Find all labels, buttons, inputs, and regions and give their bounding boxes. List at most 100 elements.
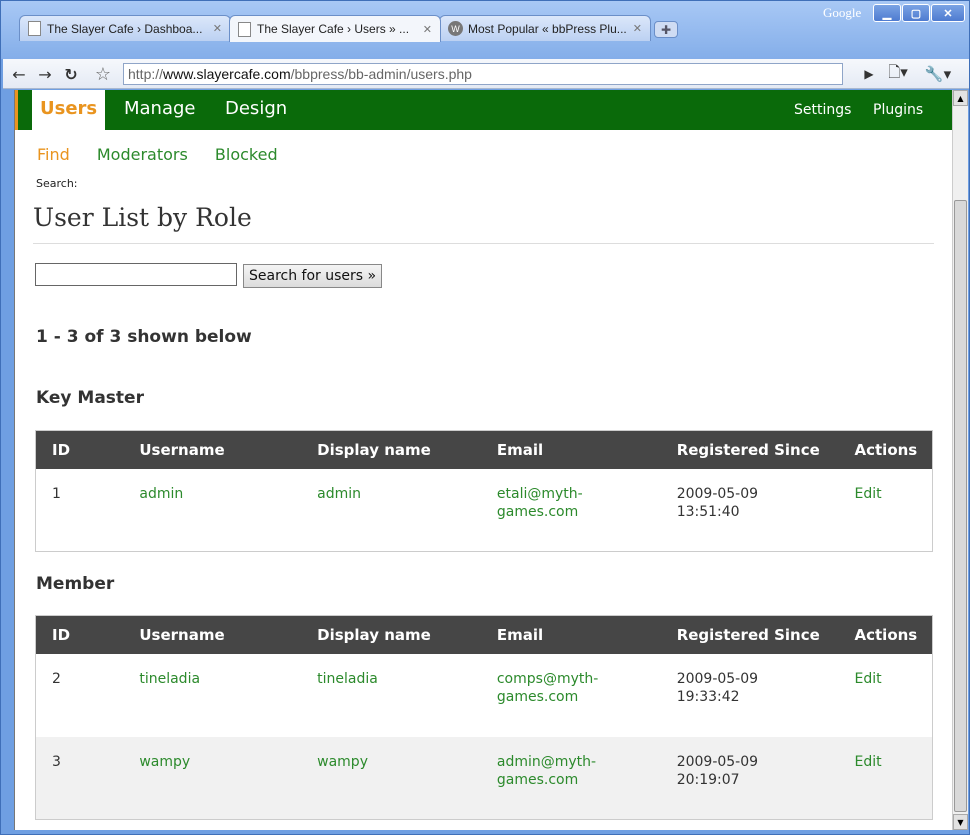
header-username: Username xyxy=(139,440,225,459)
scroll-thumb[interactable] xyxy=(954,200,967,812)
email-part-1: admin@myth- xyxy=(496,753,597,770)
close-icon[interactable]: ✕ xyxy=(633,22,642,35)
table-header-row: ID Username Display name Email Registere… xyxy=(35,430,933,469)
registered-date: 2009-05-09 xyxy=(676,753,759,770)
email-part-1: comps@myth- xyxy=(496,670,599,687)
bookmark-star-icon[interactable]: ☆ xyxy=(93,63,113,85)
edit-link[interactable]: Edit xyxy=(839,469,933,552)
address-bar[interactable]: http://www.slayercafe.com/bbpress/bb-adm… xyxy=(123,63,843,85)
back-arrow-icon[interactable]: ← xyxy=(9,63,29,85)
subnav-find[interactable]: Find xyxy=(37,145,70,164)
header-email: Email xyxy=(496,440,544,459)
admin-navbar: Users Manage Design Settings Plugins xyxy=(15,90,953,130)
display-name-link[interactable]: tineladia xyxy=(301,654,481,737)
forward-arrow-icon[interactable]: → xyxy=(35,63,55,85)
registered-time: 20:19:07 xyxy=(676,771,740,788)
tab-label: Most Popular « bbPress Plu... xyxy=(468,21,627,36)
wordpress-icon: W xyxy=(448,21,463,36)
results-count: 1 - 3 of 3 shown below xyxy=(36,327,252,347)
new-tab-button[interactable]: ✚ xyxy=(654,21,678,38)
header-registered: Registered Since xyxy=(676,625,820,644)
header-display-name: Display name xyxy=(317,625,431,644)
url-path: /bbpress/bb-admin/users.php xyxy=(290,66,472,82)
registered-date: 2009-05-09 xyxy=(676,485,759,502)
close-icon[interactable]: ✕ xyxy=(213,22,222,35)
search-users-button[interactable]: Search for users » xyxy=(243,264,383,288)
page-title: User List by Role xyxy=(33,203,252,232)
page-icon xyxy=(28,21,41,36)
display-name-link[interactable]: wampy xyxy=(301,737,481,820)
display-name-link[interactable]: admin xyxy=(301,469,481,552)
go-icon[interactable]: ▶ xyxy=(859,63,879,85)
scroll-down-arrow-icon[interactable]: ▼ xyxy=(953,814,968,830)
username-link[interactable]: wampy xyxy=(123,737,301,820)
reload-icon[interactable]: ↻ xyxy=(61,63,81,85)
nav-settings[interactable]: Settings xyxy=(794,102,851,118)
email-link[interactable]: comps@myth-games.com xyxy=(481,654,661,737)
key-master-table: ID Username Display name Email Registere… xyxy=(35,430,933,552)
scroll-up-arrow-icon[interactable]: ▲ xyxy=(953,90,968,106)
registered-since: 2009-05-09 20:19:07 xyxy=(661,737,839,820)
tab-dashboard[interactable]: The Slayer Cafe › Dashboa... ✕ xyxy=(19,15,231,41)
registered-time: 13:51:40 xyxy=(676,503,740,520)
minimize-button[interactable]: ▁ xyxy=(873,4,901,22)
header-display-name: Display name xyxy=(317,440,431,459)
header-username: Username xyxy=(139,625,225,644)
registered-since: 2009-05-09 19:33:42 xyxy=(661,654,839,737)
subnav-moderators[interactable]: Moderators xyxy=(97,145,188,164)
close-icon[interactable]: ✕ xyxy=(423,23,432,36)
registered-since: 2009-05-09 13:51:40 xyxy=(661,469,839,552)
header-actions: Actions xyxy=(854,440,918,459)
user-id: 1 xyxy=(52,485,61,502)
member-table: ID Username Display name Email Registere… xyxy=(35,615,933,820)
page-icon xyxy=(238,21,251,37)
user-id: 2 xyxy=(52,670,61,687)
tab-users[interactable]: The Slayer Cafe › Users » ... ✕ xyxy=(229,15,441,42)
email-link[interactable]: admin@myth-games.com xyxy=(481,737,661,820)
header-actions: Actions xyxy=(854,625,918,644)
email-part-1: etali@myth- xyxy=(496,485,583,502)
registered-time: 19:33:42 xyxy=(676,688,740,705)
url-scheme: http:// xyxy=(128,66,164,82)
email-part-2: games.com xyxy=(496,688,579,705)
close-window-button[interactable]: ✕ xyxy=(931,4,965,22)
browser-toolbar: ← → ↻ ☆ http://www.slayercafe.com/bbpres… xyxy=(3,59,969,89)
title-divider xyxy=(33,243,934,244)
tab-bbpress-plugins[interactable]: W Most Popular « bbPress Plu... ✕ xyxy=(439,15,651,41)
header-email: Email xyxy=(496,625,544,644)
table-row: 1 admin admin etali@myth-games.com 2009-… xyxy=(36,469,933,552)
header-registered: Registered Since xyxy=(676,440,820,459)
role-heading-member: Member xyxy=(36,574,115,594)
email-link[interactable]: etali@myth-games.com xyxy=(481,469,661,552)
username-link[interactable]: admin xyxy=(123,469,301,552)
tab-label: The Slayer Cafe › Users » ... xyxy=(257,22,410,36)
nav-design[interactable]: Design xyxy=(225,98,287,119)
header-id: ID xyxy=(52,625,71,644)
registered-date: 2009-05-09 xyxy=(676,670,759,687)
sub-navigation: Find Moderators Blocked xyxy=(37,145,300,164)
username-link[interactable]: tineladia xyxy=(123,654,301,737)
role-heading-key-master: Key Master xyxy=(36,388,144,408)
edit-link[interactable]: Edit xyxy=(839,737,933,820)
wrench-menu-icon[interactable]: 🔧▾ xyxy=(921,63,955,85)
page-viewport: Users Manage Design Settings Plugins Fin… xyxy=(14,90,953,830)
url-domain: www.slayercafe.com xyxy=(163,66,291,82)
maximize-button[interactable]: ▢ xyxy=(902,4,930,22)
nav-manage[interactable]: Manage xyxy=(124,98,196,119)
email-part-2: games.com xyxy=(496,503,579,520)
tab-label: The Slayer Cafe › Dashboa... xyxy=(47,21,203,36)
title-bar: The Slayer Cafe › Dashboa... ✕ The Slaye… xyxy=(1,1,969,59)
user-id: 3 xyxy=(52,753,61,770)
nav-users[interactable]: Users xyxy=(32,90,106,130)
edit-link[interactable]: Edit xyxy=(839,654,933,737)
page-menu-icon[interactable]: 🗋▾ xyxy=(883,63,913,85)
email-part-2: games.com xyxy=(496,771,579,788)
header-id: ID xyxy=(52,440,71,459)
table-row: 2 tineladia tineladia comps@myth-games.c… xyxy=(36,654,933,737)
browser-window: The Slayer Cafe › Dashboa... ✕ The Slaye… xyxy=(0,0,970,835)
nav-plugins[interactable]: Plugins xyxy=(873,102,923,118)
vertical-scrollbar[interactable]: ▲ ▼ xyxy=(952,90,968,830)
table-row: 3 wampy wampy admin@myth-games.com 2009-… xyxy=(35,736,933,820)
subnav-blocked[interactable]: Blocked xyxy=(215,145,278,164)
search-input[interactable] xyxy=(35,263,237,286)
